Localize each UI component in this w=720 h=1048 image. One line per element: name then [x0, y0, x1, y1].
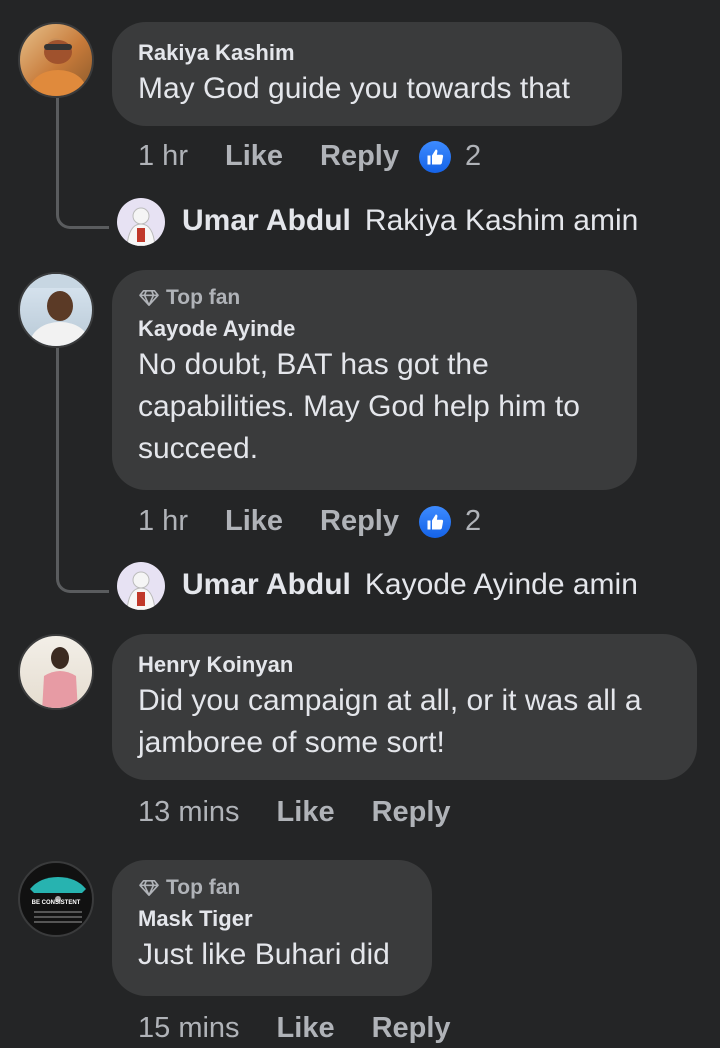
comment-actions: 1 hr Like Reply 2	[138, 505, 481, 538]
avatar-caption: BE CONSISTENT	[31, 900, 81, 906]
comment-bubble[interactable]: Henry Koinyan Did you campaign at all, o…	[112, 634, 697, 780]
reply-button[interactable]: Reply	[372, 796, 451, 829]
comment-time[interactable]: 1 hr	[138, 140, 188, 173]
avatar-image	[42, 647, 78, 708]
comment-text-line: jamboree of some sort!	[138, 726, 445, 759]
avatar-image	[126, 571, 156, 610]
avatar-image	[126, 207, 156, 246]
avatar-mask-tiger[interactable]: BE CONSISTENT	[18, 861, 94, 937]
comment-time[interactable]: 13 mins	[138, 796, 240, 829]
like-button[interactable]: Like	[277, 796, 335, 829]
reply-text: Kayode Ayinde amin	[364, 568, 638, 601]
top-fan-badge: Top fan	[138, 284, 611, 312]
reply-comment: Umar Abdul Kayode Ayinde amin	[182, 568, 638, 602]
comment-time[interactable]: 1 hr	[138, 505, 188, 538]
comment-author[interactable]: Mask Tiger	[138, 904, 406, 934]
avatar-henry-koinyan[interactable]	[18, 634, 94, 710]
thread-connector	[56, 348, 109, 593]
reaction-count[interactable]: 2	[465, 140, 481, 173]
comment-author[interactable]: Rakiya Kashim	[138, 38, 596, 68]
comment-bubble[interactable]: Top fan Kayode Ayinde No doubt, BAT has …	[112, 270, 637, 490]
comment-text-line: capabilities. May God help him to	[138, 390, 580, 423]
top-fan-label: Top fan	[166, 286, 241, 309]
like-reaction-icon[interactable]	[419, 140, 451, 173]
reply-comment: Umar Abdul Rakiya Kashim amin	[182, 204, 638, 238]
like-button[interactable]: Like	[225, 140, 283, 173]
reply-author[interactable]: Umar Abdul	[182, 568, 351, 602]
diamond-icon	[139, 289, 159, 307]
top-fan-badge: Top fan	[138, 874, 406, 902]
avatar-umar-abdul[interactable]	[117, 562, 165, 610]
comment-text-line: succeed.	[138, 432, 259, 465]
reply-button[interactable]: Reply	[320, 505, 399, 538]
comment-text-line: No doubt, BAT has got the	[138, 348, 489, 381]
like-button[interactable]: Like	[277, 1012, 335, 1045]
avatar-rakiya-kashim[interactable]	[18, 22, 94, 98]
reaction-count[interactable]: 2	[465, 505, 481, 538]
comment-author[interactable]: Henry Koinyan	[138, 650, 671, 680]
avatar-kayode-ayinde[interactable]	[18, 272, 94, 348]
avatar-image	[30, 40, 86, 96]
reply-button[interactable]: Reply	[372, 1012, 451, 1045]
comment-text: May God guide you towards that	[138, 72, 570, 105]
thread-connector	[56, 98, 109, 229]
comment-actions: 1 hr Like Reply 2	[138, 140, 481, 173]
avatar-umar-abdul[interactable]	[117, 198, 165, 246]
comment-actions: 13 mins Like Reply	[138, 796, 451, 829]
comment-bubble[interactable]: Top fan Mask Tiger Just like Buhari did	[112, 860, 432, 996]
diamond-icon	[139, 879, 159, 897]
reply-author[interactable]: Umar Abdul	[182, 204, 351, 238]
comment-text-line: Did you campaign at all, or it was all a	[138, 684, 642, 717]
avatar-image	[20, 274, 92, 346]
like-reaction-icon[interactable]	[419, 505, 451, 538]
comment-time[interactable]: 15 mins	[138, 1012, 240, 1045]
comment-author[interactable]: Kayode Ayinde	[138, 314, 611, 344]
like-button[interactable]: Like	[225, 505, 283, 538]
top-fan-label: Top fan	[166, 876, 241, 899]
comment-actions: 15 mins Like Reply	[138, 1012, 451, 1045]
comment-bubble[interactable]: Rakiya Kashim May God guide you towards …	[112, 22, 622, 126]
reply-text: Rakiya Kashim amin	[364, 204, 639, 237]
comment-text: Just like Buhari did	[138, 938, 390, 971]
reply-button[interactable]: Reply	[320, 140, 399, 173]
